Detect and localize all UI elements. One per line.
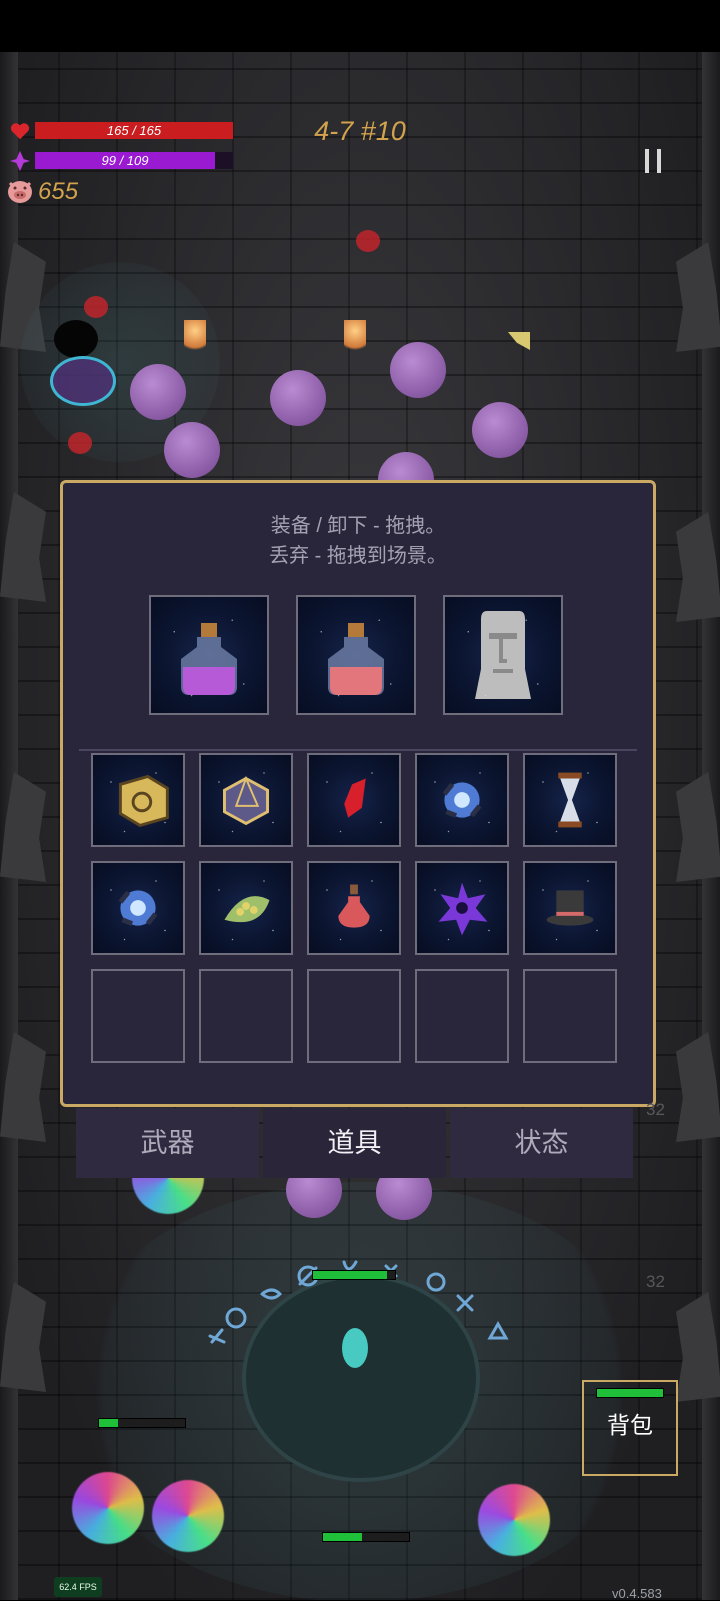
- purple-shuriken-icon: [438, 882, 488, 936]
- side-count: 32: [646, 1272, 665, 1291]
- equipped-slot[interactable]: [149, 595, 269, 715]
- rainbow-orb: [478, 1484, 550, 1556]
- inventory-slot[interactable]: [523, 861, 617, 955]
- mp-bar: 99 / 109: [35, 152, 233, 169]
- backpack-button[interactable]: 背包: [582, 1380, 678, 1476]
- hp-text: 165 / 165: [106, 123, 162, 138]
- inventory-slot[interactable]: [199, 753, 293, 847]
- inventory-panel: 装备 / 卸下 - 拖拽。 丢弃 - 拖拽到场景。: [60, 480, 656, 1107]
- torch-icon: [184, 320, 206, 356]
- inventory-slot[interactable]: [91, 753, 185, 847]
- red-potion-icon: [328, 623, 384, 695]
- pause-icon: [645, 149, 649, 173]
- gold-count: 655: [38, 178, 79, 205]
- pig-coin-icon: [8, 181, 32, 203]
- inventory-slot[interactable]: [415, 861, 509, 955]
- yellow-marker: [508, 332, 530, 350]
- purple-potion-icon: [181, 623, 237, 695]
- empty-inventory-slot[interactable]: [199, 969, 293, 1063]
- purple-slime-enemy: [164, 422, 220, 478]
- blue-energy-core-icon: [442, 782, 482, 818]
- equipped-slot[interactable]: [443, 595, 563, 715]
- inventory-slot[interactable]: [523, 753, 617, 847]
- rainbow-orb: [152, 1480, 224, 1552]
- red-crystal-icon: [344, 778, 366, 818]
- fps-counter: 62.4 FPS: [54, 1577, 102, 1597]
- purple-slime-enemy: [130, 364, 186, 420]
- equipped-slot[interactable]: [296, 595, 416, 715]
- heart-pickup: [356, 230, 380, 252]
- d20-dice-icon: [223, 775, 269, 826]
- tab-weapons-label: 武器: [140, 1128, 195, 1158]
- hint-discard: 丢弃 - 拖拽到场景。: [269, 545, 447, 567]
- tab-status-label: 状态: [514, 1128, 569, 1158]
- stage-title: 4-7 #10: [314, 116, 406, 146]
- altar-hp-bar: [312, 1270, 396, 1280]
- inventory-slot[interactable]: [91, 861, 185, 955]
- empty-inventory-slot[interactable]: [523, 969, 617, 1063]
- tab-status[interactable]: 状态: [450, 1108, 633, 1178]
- enemy-hp-bar: [98, 1418, 186, 1428]
- red-flask-icon: [338, 884, 370, 928]
- hp-bar: 165 / 165: [35, 122, 233, 139]
- hourglass-icon: [558, 772, 582, 828]
- purple-slime-enemy: [390, 342, 446, 398]
- tab-items-label: 道具: [327, 1128, 382, 1158]
- enemy-hp-bar: [322, 1532, 410, 1542]
- torch-icon: [344, 320, 366, 356]
- purple-slime-enemy: [472, 402, 528, 458]
- player-character: [50, 356, 116, 406]
- backpack-label: 背包: [607, 1412, 653, 1438]
- version-label: v0.4.583: [612, 1586, 662, 1601]
- red-enemy: [84, 296, 108, 318]
- blue-energy-core-icon: [118, 890, 158, 926]
- rainbow-orb: [72, 1472, 144, 1544]
- golden-sun-cube-icon: [118, 774, 169, 828]
- player-hair: [54, 320, 98, 358]
- inventory-slot[interactable]: [199, 861, 293, 955]
- red-enemy: [68, 432, 92, 454]
- mp-text: 99 / 109: [101, 153, 149, 168]
- empty-inventory-slot[interactable]: [307, 969, 401, 1063]
- green-leaf-icon: [224, 896, 270, 923]
- panel-divider: [79, 749, 637, 751]
- top-hat-icon: [546, 890, 594, 926]
- hint-equip: 装备 / 卸下 - 拖拽。: [270, 515, 446, 537]
- inventory-slot[interactable]: [415, 753, 509, 847]
- empty-inventory-slot[interactable]: [415, 969, 509, 1063]
- inventory-slot[interactable]: [307, 753, 401, 847]
- mana-diamond-icon: [9, 150, 31, 172]
- moai-statue-icon: [475, 611, 531, 699]
- backpack-bar: [596, 1388, 664, 1398]
- heart-icon: [10, 123, 30, 140]
- empty-inventory-slot[interactable]: [91, 969, 185, 1063]
- pause-icon: [657, 149, 661, 173]
- pause-button[interactable]: [640, 146, 668, 176]
- purple-slime-enemy: [270, 370, 326, 426]
- side-count: 32: [646, 1100, 665, 1119]
- tab-items[interactable]: 道具: [263, 1108, 446, 1178]
- tab-weapons[interactable]: 武器: [76, 1108, 259, 1178]
- inventory-slot[interactable]: [307, 861, 401, 955]
